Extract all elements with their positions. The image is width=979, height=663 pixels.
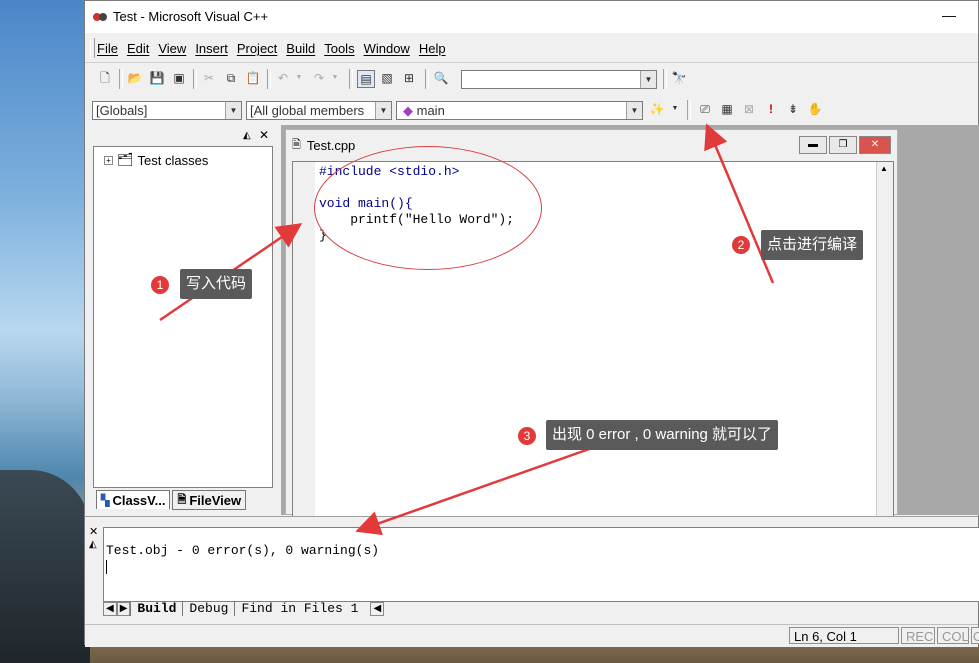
annotation-badge-1: 1 [151, 276, 169, 294]
annotation-tip-3: 出现 0 error , 0 warning 就可以了 [546, 420, 779, 450]
arrow-3 [355, 446, 593, 536]
annotation-tip-1: 写入代码 [180, 269, 253, 299]
annotation-tip-2: 点击进行编译 [761, 230, 864, 260]
annotation-badge-2: 2 [732, 236, 750, 254]
annotation-badge-3: 3 [518, 427, 536, 445]
annotation-arrows [159, 123, 775, 536]
